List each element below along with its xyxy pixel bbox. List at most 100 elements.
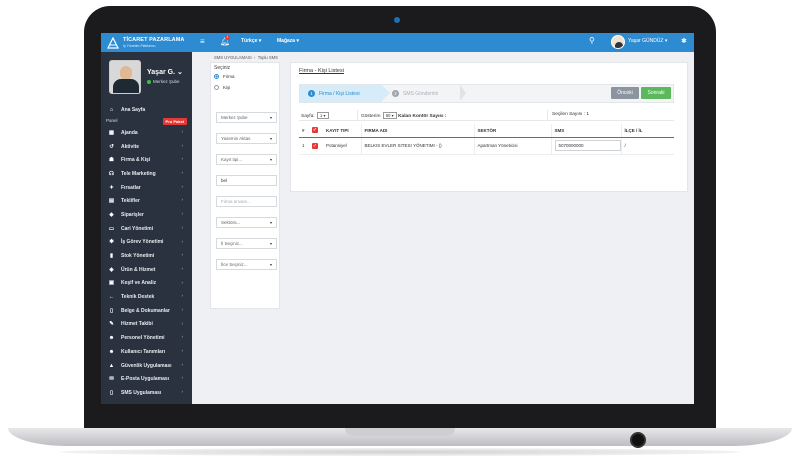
wizard-steps: 1 Firma / Kişi Listesi 2 SMS Gönderimi Ö… xyxy=(299,84,674,103)
file-icon: ▯ xyxy=(109,307,114,314)
search-icon[interactable]: ⚲ xyxy=(589,36,595,45)
chevron-right-icon: › xyxy=(181,293,184,299)
record-type-value: Kayıt tipi... xyxy=(221,157,243,162)
profile-name[interactable]: Yaşar G. ⌄ xyxy=(147,68,183,76)
district-select-value: İlce Seçiniz... xyxy=(221,262,248,267)
wizard-step-2[interactable]: 2 SMS Gönderimi xyxy=(392,85,462,102)
sidebar-item[interactable]: ▯ SMS Uygulaması › xyxy=(101,386,192,400)
branch-select[interactable]: Merkez Şube ▾ xyxy=(216,112,277,123)
store-dropdown[interactable]: Mağaza ▾ xyxy=(277,38,299,44)
sidebar-item[interactable]: ▲ Güvenlik Uygulaması › xyxy=(101,359,192,373)
profile-avatar[interactable] xyxy=(109,60,141,94)
gear-icon[interactable]: ✱ xyxy=(681,37,687,45)
brand-icon xyxy=(107,36,119,49)
sidebar-item-label: Ürün & Hizmet xyxy=(121,266,156,273)
checkbox-checked-icon[interactable]: ✓ xyxy=(312,127,318,134)
profile: Yaşar G. ⌄ Merkez Şube xyxy=(109,60,189,98)
chevron-right-icon: › xyxy=(181,279,184,285)
caret-down-icon: ▾ xyxy=(269,220,272,225)
main-panel: Firma - Kişi Listesi 1 Firma / Kişi List… xyxy=(290,62,688,192)
sidebar-item[interactable]: ▤ Teklifler › xyxy=(101,194,192,208)
radio-company[interactable]: Firma xyxy=(214,74,235,79)
city-select[interactable]: İl Seçiniz... ▾ xyxy=(216,238,277,249)
sector-select[interactable]: Sektörü... ▾ xyxy=(216,217,277,228)
page-title[interactable]: Firma - Kişi Listesi xyxy=(299,68,344,74)
radio-person-label: Kişi xyxy=(223,85,231,90)
chevron-right-icon: › xyxy=(181,170,184,176)
sidebar-item-label: Fırsatlar xyxy=(121,184,141,191)
header-location[interactable]: İLÇE / İL xyxy=(620,124,674,138)
radio-company-label: Firma xyxy=(223,74,235,79)
sidebar-item[interactable]: ▦ Ajanda › xyxy=(101,126,192,140)
header-sms[interactable]: SMS xyxy=(550,124,621,138)
sidebar-item[interactable]: ☻ Personel Yönetimi › xyxy=(101,331,192,345)
camera-icon xyxy=(394,17,400,23)
wizard-step-1[interactable]: 1 Firma / Kişi Listesi xyxy=(300,85,390,102)
user-menu[interactable]: Yaşar GÜNDÜZ ▾ xyxy=(628,38,667,44)
chevron-right-icon: › xyxy=(181,265,184,271)
sidebar-item[interactable]: ☊ Tele Marketing › xyxy=(101,167,192,181)
sidebar-item-home[interactable]: ⌂ Ana Sayfa xyxy=(101,104,192,116)
header-record-type[interactable]: KAYIT TIPI xyxy=(323,124,361,138)
user-select[interactable]: Yasemin Aktas ▾ xyxy=(216,133,277,144)
row-record-type: Potansiyel xyxy=(323,137,361,155)
radio-button[interactable] xyxy=(214,74,219,79)
brand-logo[interactable]: TİCARET PAZARLAMA İş Yönetim Platformu xyxy=(107,35,193,50)
sidebar-item[interactable]: ☻ Kullanıcı Tanımları › xyxy=(101,345,192,359)
chevron-right-icon: › xyxy=(181,334,184,340)
sms-input[interactable]: 5070000000 xyxy=(554,140,621,151)
arrow-left-icon: ← xyxy=(108,294,115,301)
language-dropdown[interactable]: Türkçe ▾ xyxy=(241,38,261,44)
divider xyxy=(547,110,548,121)
sidebar-item[interactable]: ▯ Belge & Dokumanlar › xyxy=(101,304,192,318)
table-row[interactable]: 1 ✓ Potansiyel BELKIS EVLER SITESI YÖNET… xyxy=(299,137,674,155)
chevron-right-icon: › xyxy=(181,375,184,381)
breadcrumb-parent[interactable]: SMS UYGULAMASI xyxy=(214,55,252,60)
sidebar-item[interactable]: ← Teknik Destek › xyxy=(101,290,192,304)
sidebar-item[interactable]: ▮ Stok Yönetimi › xyxy=(101,249,192,263)
filter-panel: Seçiniz Firma Kişi Merkez Şube ▾ Yasemin … xyxy=(210,62,280,309)
chevron-right-icon: › xyxy=(181,211,184,217)
sidebar-item[interactable]: ☗ Firma & Kişi › xyxy=(101,153,192,167)
sidebar-item[interactable]: ✦ Fırsatlar › xyxy=(101,181,192,195)
sidebar-item-label: SMS Uygulaması xyxy=(121,389,162,396)
row-checkbox[interactable]: ✓ xyxy=(309,137,323,155)
hamburger-icon[interactable]: ≡ xyxy=(200,37,205,46)
page-select[interactable]: 1 ▾ xyxy=(316,112,329,119)
sidebar-item[interactable]: ▣ Keşif ve Analiz › xyxy=(101,277,192,291)
sidebar-item[interactable]: ✱ İş Görev Yönetimi › xyxy=(101,236,192,250)
page-size-select[interactable]: 50 ▾ xyxy=(382,112,397,119)
header-company[interactable]: FIRMA ADI xyxy=(360,124,474,138)
district-select[interactable]: İlce Seçiniz... ▾ xyxy=(216,259,277,270)
sidebar-item[interactable]: ◆ Siparişler › xyxy=(101,208,192,222)
radio-person[interactable]: Kişi xyxy=(214,85,230,90)
sidebar: Yaşar G. ⌄ Merkez Şube ⌂ Ana Sayfa Panel… xyxy=(101,52,192,404)
sidebar-item[interactable]: ✉ E-Posta Uygulaması › xyxy=(101,372,192,386)
notification-badge: 1 xyxy=(225,35,230,40)
page-selector: Sayfa: 1 ▾ xyxy=(301,112,329,119)
radio-button[interactable] xyxy=(214,85,219,90)
chevron-right-icon: › xyxy=(181,224,184,230)
chevron-right-icon: › xyxy=(181,252,184,258)
sidebar-item[interactable]: ▭ Cari Yönetimi › xyxy=(101,222,192,236)
company-title-placeholder: Firma ünvanı... xyxy=(221,199,252,204)
previous-button[interactable]: Önceki xyxy=(611,87,639,99)
record-type-select[interactable]: Kayıt tipi... ▾ xyxy=(216,154,277,165)
user-avatar[interactable] xyxy=(611,35,625,49)
company-title-input[interactable]: Firma ünvanı... xyxy=(216,196,277,207)
header-select-all[interactable]: ✓ xyxy=(309,124,323,138)
magic-icon: ✦ xyxy=(109,184,114,191)
sidebar-item[interactable]: ✎ Hizmet Takibi › xyxy=(101,318,192,332)
tags-icon: ◈ xyxy=(109,266,114,273)
sidebar-item-label: Teklifler xyxy=(121,198,140,205)
search-input[interactable]: bel xyxy=(216,175,277,186)
sidebar-item[interactable]: ◈ Ürün & Hizmet › xyxy=(101,263,192,277)
sidebar-item[interactable]: ↺ Aktivite › xyxy=(101,140,192,154)
next-button[interactable]: Sonraki xyxy=(641,87,671,99)
chevron-right-icon: › xyxy=(181,142,184,148)
header-sector[interactable]: SEKTÖR xyxy=(473,124,551,138)
records-table: # ✓ KAYIT TIPI FIRMA ADI SEKTÖR SMS İLÇE… xyxy=(299,124,674,155)
sidebar-item-label: Güvenlik Uygulaması xyxy=(121,362,172,369)
checkbox-checked-icon[interactable]: ✓ xyxy=(312,142,318,149)
panel-row: Panel Pro Paket xyxy=(101,116,192,126)
